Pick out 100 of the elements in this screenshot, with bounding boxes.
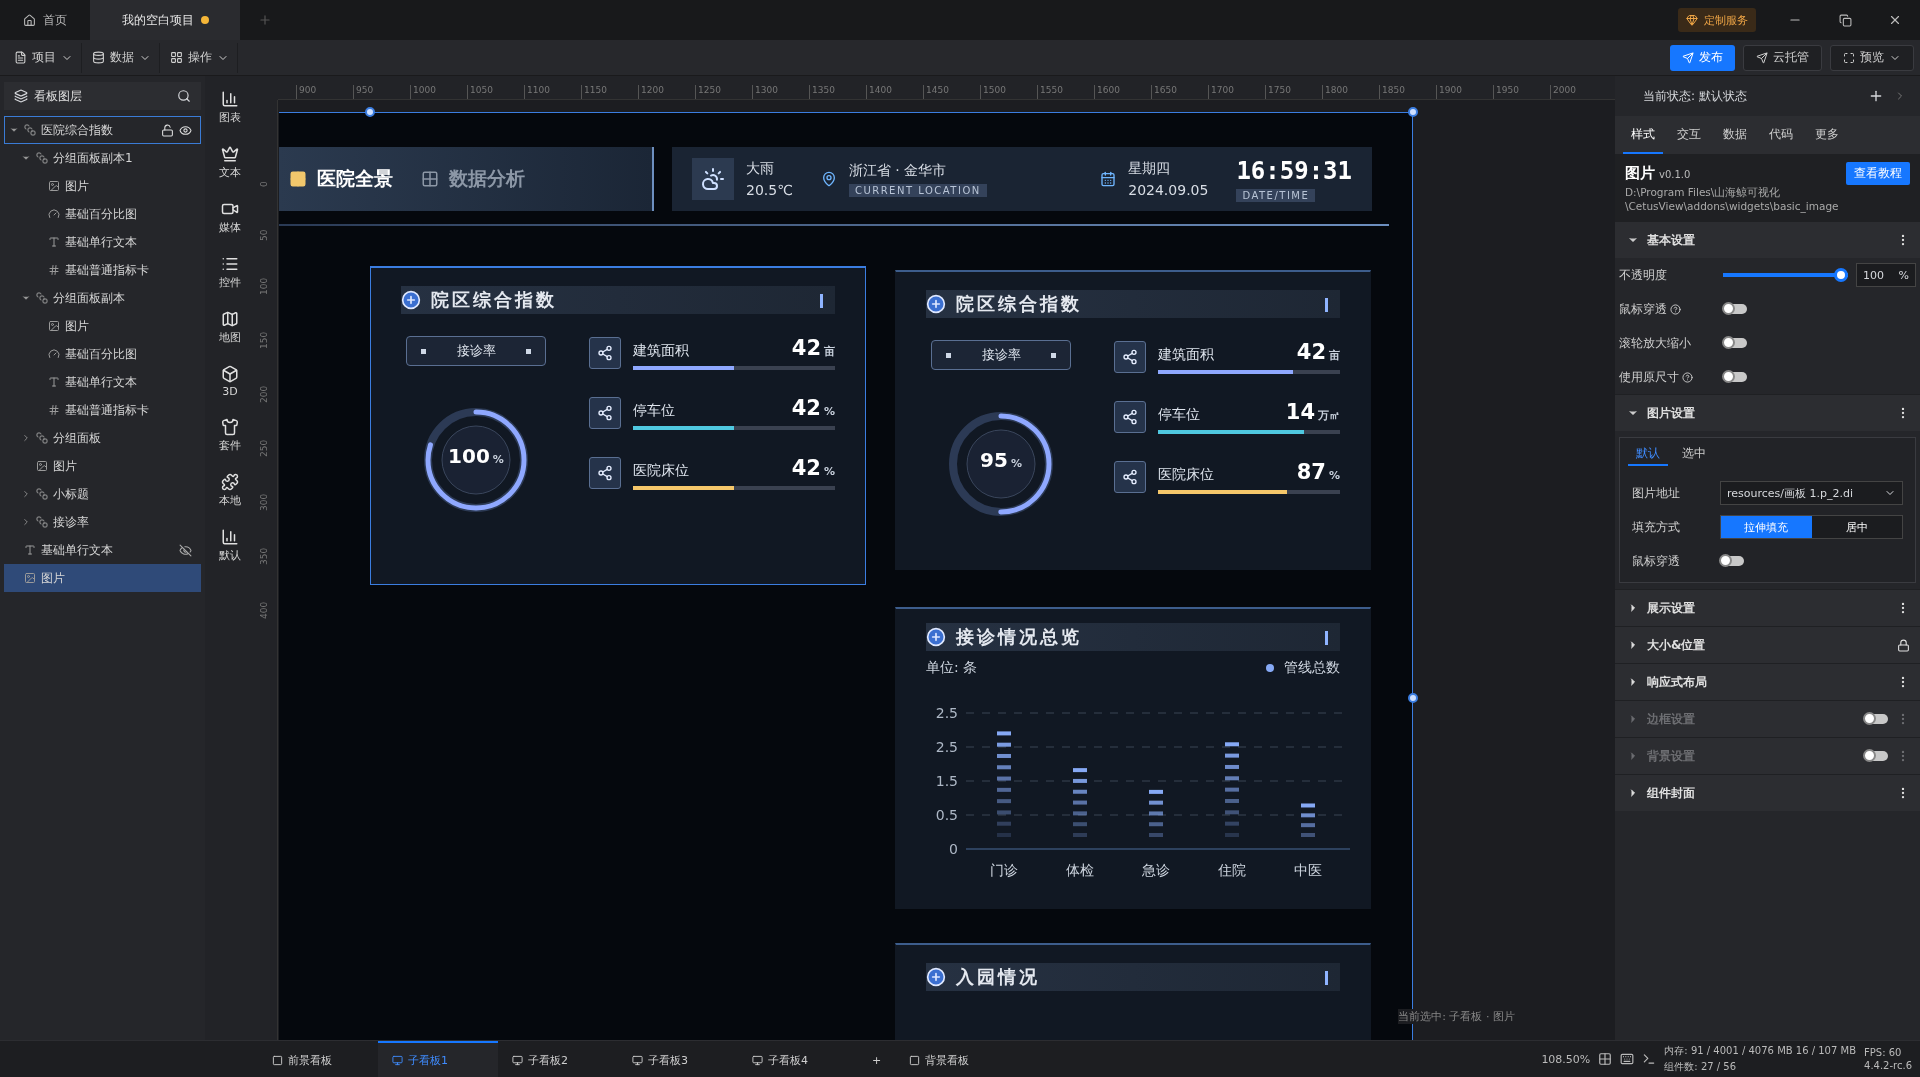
- board-tab[interactable]: 子看板3: [618, 1040, 738, 1077]
- toggle-switch[interactable]: [1723, 304, 1747, 315]
- board-tab[interactable]: 子看板4: [738, 1040, 858, 1077]
- action-button[interactable]: 发布: [1670, 44, 1735, 71]
- board-tab[interactable]: 背景看板: [895, 1040, 1016, 1077]
- sub-tab[interactable]: 选中: [1674, 442, 1714, 467]
- resize-handle[interactable]: [365, 107, 375, 117]
- select-field[interactable]: resources/画板 1.p_2.di: [1720, 481, 1903, 506]
- component-path: D:\Program Files\山海鲸可视化 \CetusView\addons\widgets\basic_image: [1625, 186, 1840, 214]
- section-header[interactable]: 基本设置: [1615, 221, 1920, 259]
- sub-tab[interactable]: 默认: [1628, 442, 1668, 467]
- layer-item[interactable]: 基础单行文本: [4, 536, 201, 564]
- layer-item[interactable]: 基础普通指标卡: [4, 396, 201, 424]
- layer-item[interactable]: 基础百分比图: [4, 200, 201, 228]
- layer-item[interactable]: 分组面板副本: [4, 284, 201, 312]
- bar-chart-icon: [221, 528, 239, 546]
- help-icon[interactable]: [1682, 371, 1693, 383]
- panel-tab[interactable]: 代码: [1761, 116, 1801, 154]
- add-board-button[interactable]: +: [858, 1040, 896, 1077]
- rate-button[interactable]: 接诊率: [406, 336, 546, 366]
- section-header[interactable]: 展示设置: [1615, 589, 1920, 627]
- toggle-switch[interactable]: [1723, 338, 1747, 349]
- help-icon[interactable]: [1670, 303, 1681, 315]
- unlock-icon[interactable]: [161, 123, 174, 137]
- layer-item[interactable]: 图片: [4, 172, 201, 200]
- close-icon[interactable]: [1888, 13, 1902, 27]
- widget-button[interactable]: 媒体: [219, 200, 241, 235]
- nav-tab[interactable]: 医院全景: [289, 166, 393, 192]
- unsaved-dot: [200, 16, 209, 24]
- widget-button[interactable]: 控件: [219, 255, 241, 290]
- panel-title: 看板图层: [34, 87, 82, 105]
- layer-item[interactable]: 医院综合指数: [4, 116, 201, 144]
- layer-item[interactable]: 分组面板: [4, 424, 201, 452]
- resize-handle[interactable]: [1408, 107, 1418, 117]
- hidden-eye-icon[interactable]: [179, 543, 192, 557]
- terminal-icon[interactable]: [1642, 1052, 1657, 1066]
- rate-button[interactable]: 接诊率: [931, 340, 1071, 370]
- board-tab[interactable]: 子看板1: [378, 1040, 498, 1077]
- ruler-number: 200: [258, 384, 270, 403]
- layer-item[interactable]: 基础单行文本: [4, 228, 201, 256]
- board-tab[interactable]: 前景看板: [258, 1040, 378, 1077]
- action-button[interactable]: 云托管: [1743, 44, 1822, 71]
- layer-item[interactable]: 基础普通指标卡: [4, 256, 201, 284]
- widget-button[interactable]: 本地: [219, 473, 241, 508]
- layer-label: 基础百分比图: [65, 345, 137, 363]
- menu-button[interactable]: 操作: [162, 42, 238, 73]
- section-header[interactable]: 图片设置: [1615, 394, 1920, 432]
- layer-item[interactable]: 图片: [4, 452, 201, 480]
- layer-item[interactable]: 小标题: [4, 480, 201, 508]
- widget-button[interactable]: 文本: [219, 145, 241, 180]
- category-label: 门诊: [990, 862, 1018, 878]
- service-badge[interactable]: 定制服务: [1678, 8, 1756, 32]
- menu-button[interactable]: 项目: [6, 42, 82, 73]
- board-tab[interactable]: 子看板2: [498, 1040, 618, 1077]
- ruler-number: 2000: [1550, 85, 1607, 99]
- segment-button[interactable]: 拉伸填充: [1721, 516, 1812, 539]
- menu-button[interactable]: 数据: [84, 42, 160, 73]
- widget-button[interactable]: 套件: [219, 418, 241, 453]
- layer-item[interactable]: 接诊率: [4, 508, 201, 536]
- panel-tab[interactable]: 更多: [1807, 116, 1847, 154]
- collapse-caret-icon[interactable]: [21, 153, 31, 163]
- toggle-switch[interactable]: [1723, 372, 1747, 383]
- widget-button[interactable]: 3D: [221, 365, 239, 398]
- resize-handle[interactable]: [1408, 693, 1418, 703]
- add-icon[interactable]: [1868, 88, 1884, 104]
- monitor-icon: [392, 1054, 403, 1066]
- layer-item[interactable]: 分组面板副本1: [4, 144, 201, 172]
- restore-icon[interactable]: [1838, 13, 1852, 27]
- metric-name: 医院床位: [1158, 466, 1214, 484]
- layer-item[interactable]: 图片: [4, 564, 201, 592]
- panel-tab[interactable]: 交互: [1669, 116, 1709, 154]
- metric-name: 建筑面积: [633, 342, 689, 360]
- number-field[interactable]: 100 %: [1856, 263, 1916, 288]
- ruler-number: 900: [296, 85, 353, 99]
- tutorial-button[interactable]: 查看教程: [1846, 161, 1910, 185]
- action-button[interactable]: 预览: [1830, 44, 1914, 71]
- map-pin-icon: [820, 171, 837, 187]
- lock-icon[interactable]: [1897, 638, 1910, 652]
- widget-button[interactable]: 默认: [219, 528, 241, 563]
- section-header[interactable]: 响应式布局: [1615, 663, 1920, 701]
- collapse-caret-icon[interactable]: [21, 293, 31, 303]
- eye-icon[interactable]: [179, 123, 192, 137]
- section-header[interactable]: 大小&位置: [1615, 626, 1920, 664]
- keyboard-icon[interactable]: [1620, 1052, 1635, 1066]
- widget-button[interactable]: 地图: [219, 310, 241, 345]
- clock-caption: DATE/TIME: [1236, 188, 1316, 202]
- collapse-caret-icon[interactable]: [9, 125, 19, 135]
- ruler-number: 1950: [1493, 85, 1550, 99]
- layer-item[interactable]: 基础单行文本: [4, 368, 201, 396]
- section-header[interactable]: 组件封面: [1615, 774, 1920, 812]
- segment-button[interactable]: 居中: [1811, 516, 1902, 539]
- layer-item[interactable]: 图片: [4, 312, 201, 340]
- search-icon[interactable]: [177, 89, 191, 103]
- app-tab[interactable]: 我的空白项目: [90, 0, 240, 40]
- toggle-switch[interactable]: [1720, 556, 1744, 567]
- app-tab[interactable]: 首页: [0, 0, 90, 40]
- panel-tab[interactable]: 数据: [1715, 116, 1755, 154]
- widget-button[interactable]: 图表: [219, 90, 241, 125]
- nav-tab[interactable]: 数据分析: [421, 166, 525, 192]
- layer-item[interactable]: 基础百分比图: [4, 340, 201, 368]
